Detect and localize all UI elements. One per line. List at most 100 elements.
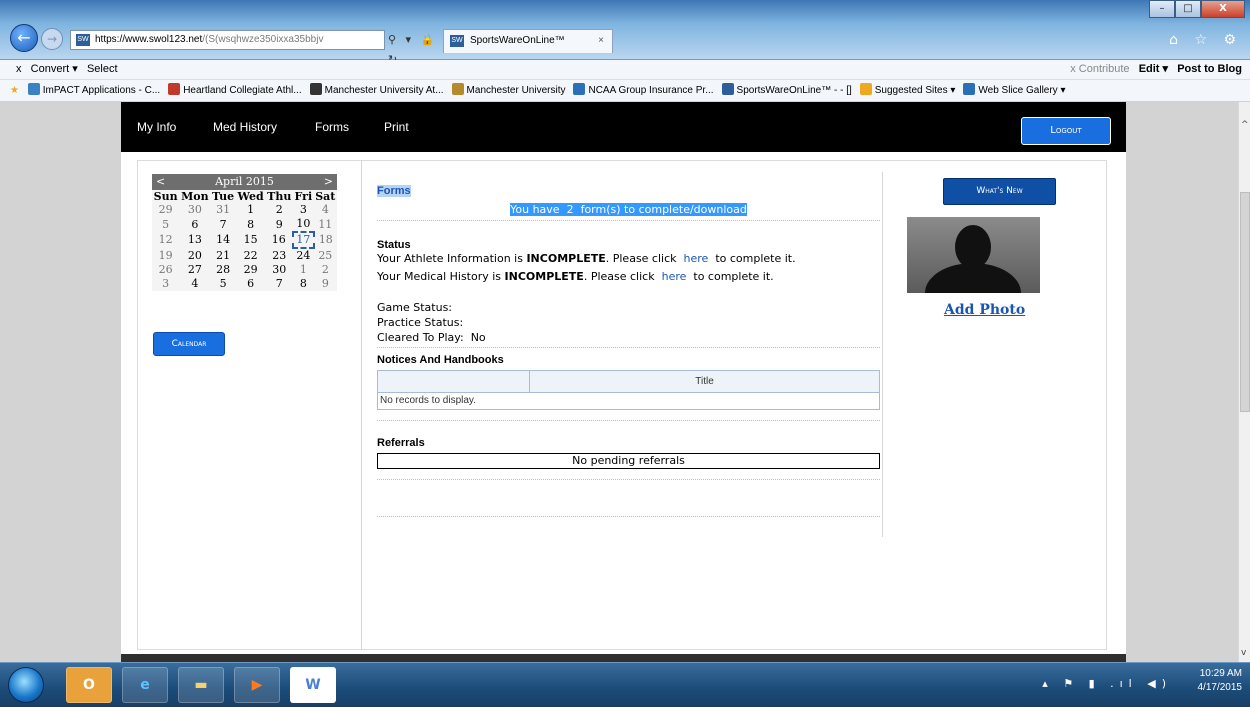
tab-close-icon[interactable]: × [598, 30, 604, 52]
calendar-day[interactable]: 3 [152, 277, 179, 291]
forms-heading[interactable]: Forms [377, 185, 411, 197]
browser-tab[interactable]: SW SportsWareOnLine™ × [443, 29, 613, 53]
start-button[interactable] [8, 667, 44, 703]
scroll-up-icon[interactable]: ^ [1241, 120, 1249, 130]
calendar-day[interactable]: 2 [265, 203, 293, 217]
favorites-star-icon[interactable]: ★ [10, 85, 19, 96]
favorite-item[interactable]: Manchester University At... [309, 83, 444, 96]
file-explorer-taskbar-icon[interactable]: ▬ [178, 667, 224, 703]
calendar-day[interactable]: 27 [179, 263, 210, 277]
close-window-button[interactable]: X [1201, 0, 1245, 18]
calendar-day[interactable]: 5 [210, 277, 235, 291]
calendar-day[interactable]: 8 [236, 217, 266, 232]
forms-banner[interactable]: You have 2 form(s) to complete/download [510, 203, 747, 216]
favorite-item[interactable]: Web Slice Gallery ▾ [963, 83, 1065, 96]
calendar-day[interactable]: 6 [236, 277, 266, 291]
favorite-item[interactable]: ImPACT Applications - C... [27, 83, 160, 96]
forward-button[interactable]: → [41, 28, 63, 50]
profile-photo-placeholder[interactable] [907, 217, 1040, 293]
calendar-day[interactable]: 7 [210, 217, 235, 232]
calendar-button[interactable]: Calendar [153, 332, 225, 356]
calendar-day[interactable]: 18 [314, 232, 337, 248]
minimize-button[interactable]: – [1149, 0, 1175, 18]
calendar-prev-button[interactable]: < [156, 174, 165, 190]
calendar-day[interactable]: 7 [265, 277, 293, 291]
calendar-day[interactable]: 23 [265, 248, 293, 263]
command-bar: x Convert ▾ Select x Contribute Edit ▾ P… [0, 60, 1250, 80]
vertical-scrollbar[interactable]: ^ v [1238, 102, 1250, 662]
calendar-day[interactable]: 2 [314, 263, 337, 277]
calendar-day[interactable]: 13 [179, 232, 210, 248]
favorite-item[interactable]: NCAA Group Insurance Pr... [573, 83, 714, 96]
calendar-day[interactable]: 28 [210, 263, 235, 277]
maximize-button[interactable]: □ [1175, 0, 1201, 18]
nav-med-history[interactable]: Med History [213, 120, 277, 134]
medical-history-here-link[interactable]: here [662, 270, 687, 283]
calendar-day[interactable]: 26 [152, 263, 179, 277]
convert-button[interactable]: Convert ▾ [31, 63, 78, 75]
address-bar[interactable]: SW https://www.swol123.net/(S(wsqhwze350… [70, 30, 385, 50]
calendar-day[interactable]: 17 [292, 231, 315, 249]
word-taskbar-icon[interactable]: W [290, 667, 336, 703]
calendar-next-button[interactable]: > [324, 174, 333, 190]
calendar-day[interactable]: 4 [179, 277, 210, 291]
home-favorites-settings-icons[interactable]: ⌂ ☆ ⚙ [1169, 32, 1242, 48]
athlete-info-here-link[interactable]: here [684, 252, 709, 265]
calendar-day[interactable]: 31 [210, 203, 235, 217]
calendar-day[interactable]: 25 [314, 248, 337, 263]
calendar-day[interactable]: 30 [265, 263, 293, 277]
whats-new-button[interactable]: What's New [943, 178, 1056, 205]
nav-print[interactable]: Print [384, 120, 409, 134]
calendar-day[interactable]: 24 [293, 248, 314, 263]
tab-title: SportsWareOnLine™ [470, 35, 565, 46]
calendar-day[interactable]: 21 [210, 248, 235, 263]
scroll-thumb[interactable] [1240, 192, 1250, 412]
nav-my-info[interactable]: My Info [137, 120, 176, 134]
internet-explorer-taskbar-icon[interactable]: e [122, 667, 168, 703]
edit-button[interactable]: Edit ▾ [1139, 63, 1168, 75]
calendar-day[interactable]: 6 [179, 217, 210, 232]
favorite-item[interactable]: Heartland Collegiate Athl... [168, 83, 302, 96]
command-bar-close-icon[interactable]: x [16, 63, 22, 75]
calendar-day[interactable]: 1 [293, 263, 314, 277]
calendar-day[interactable]: 11 [314, 217, 337, 232]
calendar-day[interactable]: 8 [293, 277, 314, 291]
notices-col-title[interactable]: Title [530, 371, 879, 392]
calendar-day[interactable]: 15 [236, 232, 266, 248]
calendar-day[interactable]: 16 [265, 232, 293, 248]
media-player-taskbar-icon[interactable]: ▶ [234, 667, 280, 703]
calendar-day[interactable]: 3 [293, 203, 314, 217]
select-button[interactable]: Select [87, 63, 118, 75]
add-photo-link[interactable]: Add Photo [944, 302, 1025, 318]
calendar-day[interactable]: 4 [314, 203, 337, 217]
calendar-day[interactable]: 14 [210, 232, 235, 248]
outlook-taskbar-icon[interactable]: O [66, 667, 112, 703]
calendar-day[interactable]: 9 [314, 277, 337, 291]
calendar-day[interactable]: 29 [152, 203, 179, 217]
favorite-item[interactable]: SportsWareOnLine™ - - [] [721, 83, 852, 96]
calendar-day[interactable]: 20 [179, 248, 210, 263]
address-bar-buttons[interactable]: ⚲ ▾ 🔒 ↻ [388, 30, 448, 66]
post-to-blog-button[interactable]: Post to Blog [1177, 63, 1242, 75]
calendar-day[interactable]: 30 [179, 203, 210, 217]
calendar-day[interactable]: 9 [265, 217, 293, 232]
calendar-day[interactable]: 5 [152, 217, 179, 232]
favorite-label: NCAA Group Insurance Pr... [588, 85, 714, 96]
nav-forms[interactable]: Forms [315, 120, 349, 134]
favorite-item[interactable]: Suggested Sites ▾ [859, 83, 955, 96]
calendar-day[interactable]: 12 [152, 232, 179, 248]
logout-button[interactable]: Logout [1021, 117, 1111, 145]
system-clock[interactable]: 10:29 AM 4/17/2015 [1198, 667, 1243, 703]
calendar-day[interactable]: 22 [236, 248, 266, 263]
back-button[interactable]: ← [10, 24, 38, 52]
footer-bar [121, 654, 1126, 662]
calendar-day[interactable]: 1 [236, 203, 266, 217]
contribute-button[interactable]: x Contribute [1070, 63, 1129, 75]
scroll-down-icon[interactable]: v [1241, 648, 1246, 658]
system-tray-icons[interactable]: ▴ ⚑ ▮ .ıl ◀) [1042, 677, 1172, 690]
calendar-day[interactable]: 19 [152, 248, 179, 263]
calendar-day[interactable]: 10 [293, 217, 314, 232]
favorite-item[interactable]: Manchester University [451, 83, 565, 96]
left-gutter [0, 102, 121, 662]
calendar-day[interactable]: 29 [236, 263, 266, 277]
